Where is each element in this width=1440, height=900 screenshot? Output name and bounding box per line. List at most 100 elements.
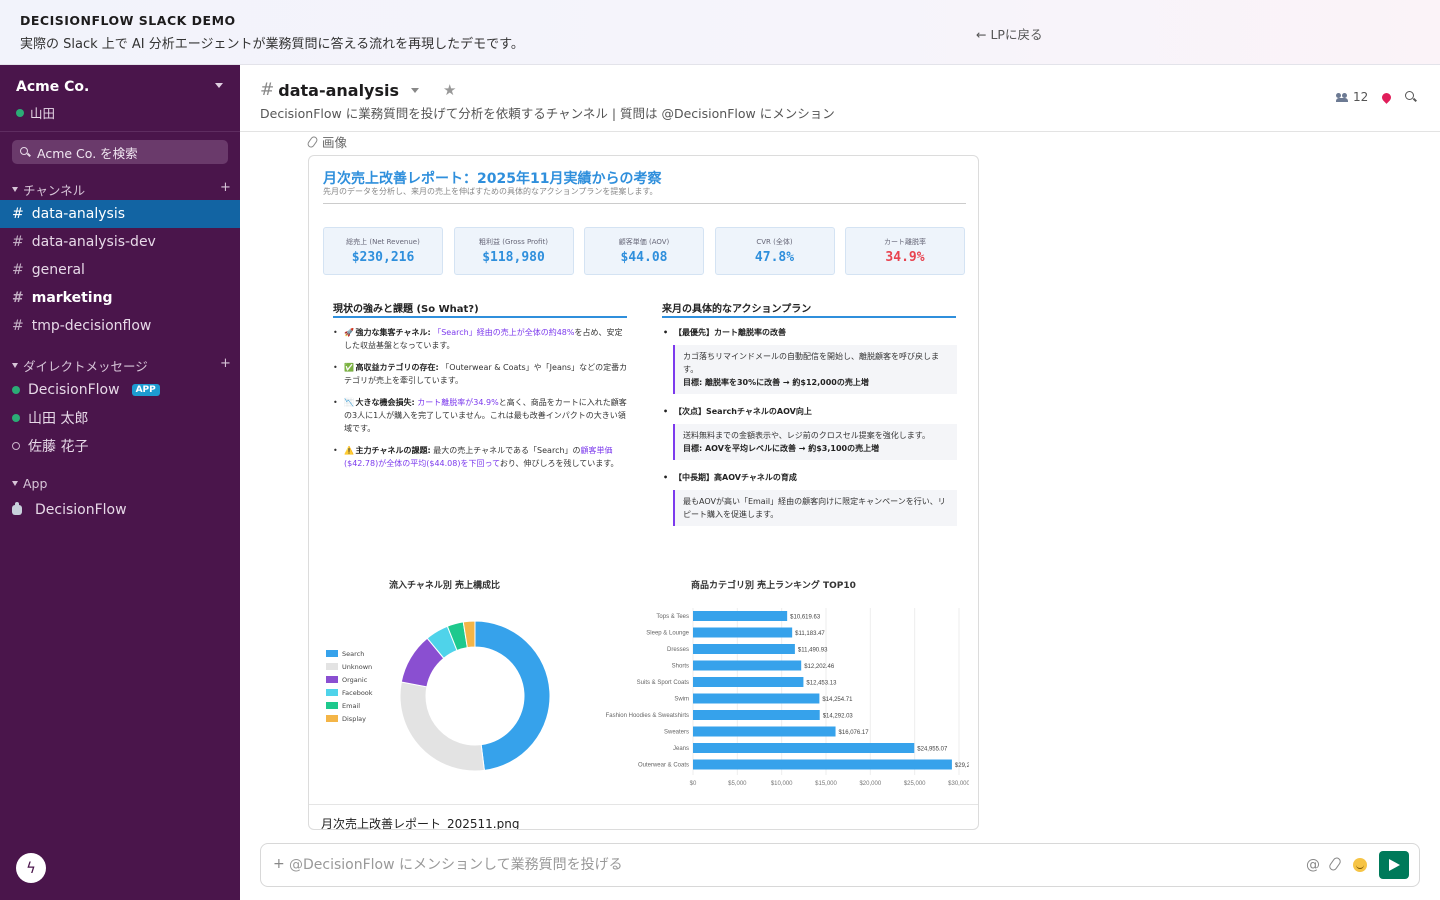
legend-label: Email bbox=[342, 701, 361, 710]
dm-label: DecisionFlow bbox=[28, 382, 120, 398]
report-divider bbox=[323, 203, 966, 204]
x-tick-label: $15,000 bbox=[815, 781, 837, 787]
pin-icon[interactable] bbox=[1380, 90, 1394, 104]
channel-title[interactable]: # data-analysis ★ bbox=[260, 80, 456, 100]
attachment-label-text: 画像 bbox=[322, 135, 348, 150]
workspace-search[interactable]: Acme Co. を検索 bbox=[12, 140, 228, 164]
legend-swatch bbox=[326, 689, 338, 696]
legend-label: Display bbox=[342, 714, 366, 723]
sidebar-item-dm[interactable]: 佐藤 花子 bbox=[0, 432, 240, 460]
report-image-attachment[interactable]: 月次売上改善レポート：2025年11月実績からの考察 先月のデータを分析し、来月… bbox=[308, 155, 979, 830]
sidebar-item-channel[interactable]: # marketing bbox=[0, 284, 240, 312]
online-status-icon bbox=[12, 414, 20, 422]
action-head: 【中長期】高AOVチャネルの育成 bbox=[663, 471, 957, 484]
hash-icon: # bbox=[12, 206, 24, 222]
sidebar-item-channel[interactable]: # data-analysis bbox=[0, 200, 240, 228]
bar-value-label: $14,254.71 bbox=[822, 697, 853, 703]
legend-swatch bbox=[326, 663, 338, 670]
category-label: Tops & Tees bbox=[656, 614, 689, 620]
strength-text-after: おり、伸びしろを残しています。 bbox=[499, 459, 619, 468]
kpi-label: 顧客単価 (AOV) bbox=[618, 238, 670, 246]
sidebar-item-dm[interactable]: 山田 太郎 bbox=[0, 404, 240, 432]
kpi-value: 47.8% bbox=[754, 250, 795, 265]
legend-label: Facebook bbox=[342, 688, 373, 697]
online-status-icon bbox=[12, 386, 20, 394]
bar-value-label: $10,619.63 bbox=[790, 615, 821, 621]
back-to-lp-link[interactable]: ← LPに戻る bbox=[976, 24, 1042, 43]
bar-value-label: $12,453.13 bbox=[806, 681, 837, 687]
bar-7 bbox=[693, 726, 836, 737]
channel-name: data-analysis bbox=[278, 80, 400, 100]
sidebar-item-dm[interactable]: DecisionFlow APP bbox=[0, 376, 240, 404]
legend-swatch bbox=[326, 650, 338, 657]
x-tick-label: $10,000 bbox=[771, 781, 793, 787]
emoji-icon[interactable] bbox=[1353, 858, 1367, 872]
banner-title: DECISIONFLOW SLACK DEMO bbox=[20, 13, 236, 28]
attachment-file-name[interactable]: 月次売上改善レポート_202511.png bbox=[321, 815, 519, 829]
category-bar-chart: $0 $5,000 $10,000 $15,000 $20,000 $25,000 $30,… bbox=[606, 608, 969, 787]
kpi-card: 粗利益 (Gross Profit) $118,980 bbox=[453, 227, 574, 275]
lightning-bolt-icon[interactable]: ϟ bbox=[16, 853, 46, 883]
actions-underline bbox=[662, 316, 956, 318]
add-channel-button[interactable]: + bbox=[220, 180, 231, 195]
strength-item: ✅ 高収益カテゴリの存在: 「Outerwear & Coats」や「Jeans… bbox=[333, 361, 629, 387]
dm-label: 佐藤 花子 bbox=[28, 439, 89, 455]
add-dm-button[interactable]: + bbox=[220, 356, 231, 371]
current-user-name: 山田 bbox=[30, 106, 56, 121]
sidebar: Acme Co. 山田 Acme Co. を検索 チャンネル + # data-a… bbox=[0, 65, 240, 900]
x-tick-label: $30,000 bbox=[948, 781, 969, 787]
kpi-card: 総売上 (Net Revenue) $230,216 bbox=[323, 227, 443, 275]
bar-8 bbox=[693, 743, 915, 753]
x-tick-label: $25,000 bbox=[904, 781, 926, 787]
star-icon[interactable]: ★ bbox=[443, 81, 456, 99]
kpi-card: CVR (全体) 47.8% bbox=[714, 227, 835, 275]
search-icon bbox=[20, 147, 30, 157]
channel-label: general bbox=[31, 262, 85, 278]
kpi-label: 総売上 (Net Revenue) bbox=[346, 238, 420, 246]
strength-item: 🚀 強力な集客チャネル: 「Search」経由の売上が全体の約48%を占め、安定… bbox=[333, 326, 629, 352]
members-icon bbox=[1336, 92, 1348, 102]
paperclip-icon[interactable] bbox=[1327, 855, 1343, 873]
x-tick-label: $20,000 bbox=[859, 781, 881, 787]
chevron-down-icon[interactable] bbox=[215, 83, 223, 88]
apps-section-header[interactable]: App bbox=[12, 476, 47, 491]
bar-value-label: $24,955.07 bbox=[917, 747, 948, 753]
chevron-down-icon[interactable] bbox=[411, 87, 420, 93]
header-divider bbox=[240, 131, 1440, 132]
mention-button[interactable]: @ bbox=[1306, 857, 1320, 873]
kpi-label: CVR (全体) bbox=[756, 238, 793, 246]
message-input[interactable] bbox=[289, 854, 1299, 876]
check-icon: ✅ bbox=[344, 363, 354, 372]
current-user[interactable]: 山田 bbox=[16, 103, 55, 122]
strengths-title: 現状の強みと課題 (So What?) bbox=[333, 304, 479, 315]
members-button[interactable]: 12 bbox=[1336, 90, 1368, 104]
legend-label: Unknown bbox=[342, 662, 373, 671]
bar-3 bbox=[693, 660, 802, 671]
sidebar-item-channel[interactable]: # general bbox=[0, 256, 240, 284]
action-head: 【次点】SearchチャネルのAOV向上 bbox=[663, 405, 957, 418]
sidebar-item-channel[interactable]: # data-analysis-dev bbox=[0, 228, 240, 256]
dm-section-header[interactable]: ダイレクトメッセージ bbox=[12, 356, 148, 375]
bar-value-label: $14,292.03 bbox=[823, 714, 854, 720]
workspace-name[interactable]: Acme Co. bbox=[16, 79, 89, 95]
legend-item: Facebook bbox=[326, 686, 373, 699]
kpi-value: 34.9% bbox=[885, 250, 925, 265]
action-box: 最もAOVが高い「Email」経由の顧客向けに限定キャンペーンを行い、リピート購… bbox=[673, 490, 957, 526]
rocket-icon: 🚀 bbox=[344, 328, 354, 337]
sidebar-item-channel[interactable]: # tmp-decisionflow bbox=[0, 312, 240, 340]
action-goal: 目標: 離脱率を30%に改善 → 約$12,000の売上増 bbox=[683, 378, 869, 387]
kpi-label: カート離脱率 bbox=[884, 238, 926, 246]
report-subtitle: 先月のデータを分析し、来月の売上を伸ばすための具体的なアクションプランを提案しま… bbox=[323, 187, 658, 196]
actions-title: 来月の具体的なアクションプラン bbox=[662, 304, 812, 315]
bar-6 bbox=[693, 710, 820, 720]
legend-swatch bbox=[326, 715, 338, 722]
send-button[interactable] bbox=[1379, 851, 1409, 879]
sidebar-item-app-decisionflow[interactable]: DecisionFlow bbox=[0, 496, 240, 524]
legend-item: Email bbox=[326, 699, 373, 712]
bar-4 bbox=[693, 677, 804, 687]
search-icon[interactable] bbox=[1405, 91, 1417, 103]
dm-label: 山田 太郎 bbox=[28, 411, 89, 427]
attach-plus-button[interactable]: + bbox=[273, 856, 285, 872]
caret-down-icon bbox=[12, 187, 18, 192]
channels-section-header[interactable]: チャンネル bbox=[12, 180, 85, 199]
